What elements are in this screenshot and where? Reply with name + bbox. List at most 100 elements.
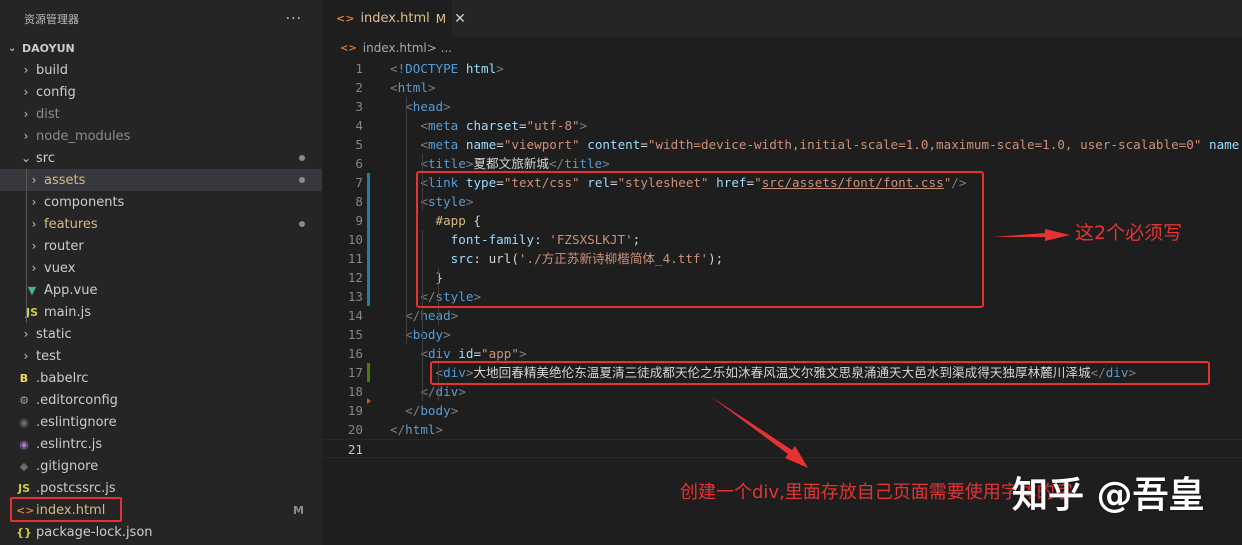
tree-item-assets[interactable]: › assets: [0, 169, 322, 191]
tree-item-gitignore[interactable]: ◆ .gitignore: [0, 455, 322, 477]
html-file-icon: <>: [340, 42, 357, 54]
explorer-sidebar: 资源管理器 ··· ⌄ DAOYUN › build › config › dist › no…: [0, 0, 322, 545]
breadcrumb: <> index.html > ...: [322, 37, 1242, 59]
code-token: "utf-8": [526, 118, 580, 133]
tree-item-label: main.js: [44, 304, 91, 320]
code-token: head: [420, 308, 451, 323]
code-line[interactable]: 19 </body>: [322, 401, 1242, 420]
indent-guide: [422, 344, 423, 401]
div-text-highlight-box: [430, 361, 1210, 385]
chevron-right-icon: ›: [23, 349, 29, 363]
tree-item-label: .postcssrc.js: [36, 480, 116, 496]
gutter-modified-marker: [367, 230, 370, 249]
chevron-right-icon: ›: [23, 63, 29, 77]
more-actions-icon[interactable]: ···: [286, 11, 302, 27]
code-token: =: [640, 137, 648, 152]
code-line[interactable]: 4 <meta charset="utf-8">: [322, 116, 1242, 135]
tab-modified-badge: M: [435, 11, 447, 26]
code-token: head: [412, 99, 444, 114]
tree-item-package-lock-json[interactable]: {} package-lock.json: [0, 521, 322, 543]
close-icon[interactable]: ✕: [454, 11, 466, 27]
tree-item-vuex[interactable]: › vuex: [0, 257, 322, 279]
gutter-modified-marker: [367, 173, 370, 192]
project-root[interactable]: ⌄ DAOYUN: [0, 37, 322, 59]
code-token: </: [390, 422, 406, 437]
tree-item-babelrc[interactable]: B .babelrc: [0, 367, 322, 389]
code-token: charset: [465, 118, 519, 133]
tree-item-build[interactable]: › build: [0, 59, 322, 81]
tree-item-label: static: [36, 326, 72, 342]
tree-item-label: vuex: [44, 260, 76, 276]
tree-item-test[interactable]: › test: [0, 345, 322, 367]
tree-item-label: features: [44, 216, 98, 232]
tree-item-editorconfig[interactable]: ⚙ .editorconfig: [0, 389, 322, 411]
tree-item-src[interactable]: ⌄ src: [0, 147, 322, 169]
chevron-right-icon: ›: [31, 261, 37, 275]
tree-item-label: components: [44, 194, 125, 210]
code-line[interactable]: 3 <head>: [322, 97, 1242, 116]
tree-item-postcssrc-js[interactable]: JS .postcssrc.js: [0, 477, 322, 499]
line-number: 2: [355, 80, 363, 95]
breadcrumb-rest[interactable]: > ...: [427, 41, 452, 55]
code-token: id: [458, 346, 474, 361]
tree-item-config[interactable]: › config: [0, 81, 322, 103]
code-line[interactable]: 21: [322, 439, 1242, 458]
breadcrumb-file[interactable]: index.html: [363, 41, 427, 55]
babel-file-icon: B: [19, 371, 29, 385]
tree-item-router[interactable]: › router: [0, 235, 322, 257]
line-number: 13: [347, 289, 363, 304]
chevron-right-icon: ›: [23, 129, 29, 143]
code-token: html: [405, 422, 436, 437]
code-line[interactable]: 1 <!DOCTYPE html>: [322, 59, 1242, 78]
code-token: name: [465, 137, 497, 152]
code-token: >: [496, 61, 504, 76]
code-token: <: [420, 118, 428, 133]
tree-item-eslintignore[interactable]: ◉ .eslintignore: [0, 411, 322, 433]
line-number: 16: [347, 346, 363, 361]
chevron-right-icon: ›: [23, 107, 29, 121]
code-line[interactable]: 15 <body>: [322, 325, 1242, 344]
line-text: </head>: [390, 306, 458, 325]
code-line[interactable]: 20 </html>: [322, 420, 1242, 439]
line-number: 6: [355, 156, 363, 171]
index-html-highlight-box: [10, 497, 122, 522]
tree-item-eslintrc-js[interactable]: ◉ .eslintrc.js: [0, 433, 322, 455]
tree-item-main-js[interactable]: JS main.js: [0, 301, 322, 323]
tree-item-app-vue[interactable]: ▼ App.vue: [0, 279, 322, 301]
tree-item-components[interactable]: › components: [0, 191, 322, 213]
tree-item-label: assets: [44, 172, 86, 188]
tree-item-static[interactable]: › static: [0, 323, 322, 345]
gutter-modified-marker: [367, 192, 370, 211]
tree-item-node-modules[interactable]: › node_modules: [0, 125, 322, 147]
modified-badge: M: [293, 503, 304, 517]
project-name: DAOYUN: [22, 41, 75, 55]
tree-item-label: App.vue: [44, 282, 98, 298]
chevron-right-icon: ›: [31, 217, 37, 231]
line-text: <html>: [390, 78, 436, 97]
code-line[interactable]: 2 <html>: [322, 78, 1242, 97]
code-line[interactable]: 14 </head>: [322, 306, 1242, 325]
tree-item-label: build: [36, 62, 68, 78]
code-token: >: [579, 118, 588, 133]
line-text: </html>: [390, 420, 443, 439]
tree-item-features[interactable]: › features: [0, 213, 322, 235]
line-number: 14: [347, 308, 363, 323]
code-token: >: [443, 99, 451, 114]
chevron-right-icon: ›: [23, 327, 29, 341]
code-token: </: [405, 308, 421, 323]
line-number: 12: [347, 270, 363, 285]
code-token: </: [405, 403, 421, 418]
explorer-title: 资源管理器: [24, 12, 79, 26]
tab-index-html[interactable]: <> index.html M ✕: [322, 0, 466, 37]
tree-item-dist[interactable]: › dist: [0, 103, 322, 125]
line-text: </body>: [390, 401, 458, 420]
line-number: 19: [347, 403, 363, 418]
code-line[interactable]: 5 <meta name="viewport" content="width=d…: [322, 135, 1242, 154]
code-token: title: [564, 156, 603, 171]
tab-bar: <> index.html M ✕: [322, 0, 1242, 37]
tree-item-label: package-lock.json: [36, 524, 153, 540]
